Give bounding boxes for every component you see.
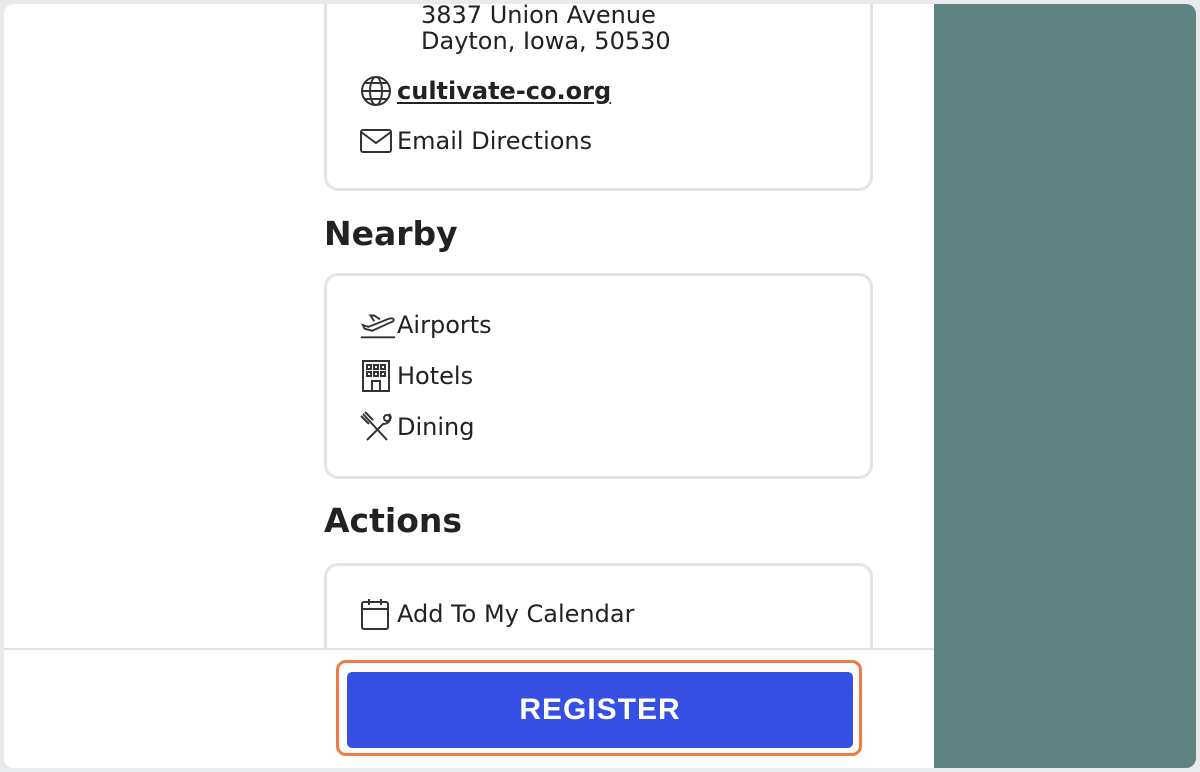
hotel-icon	[359, 360, 397, 392]
website-row[interactable]: cultivate-co.org	[359, 75, 611, 107]
nearby-item-dining[interactable]: Dining	[359, 411, 474, 443]
nearby-item-hotels[interactable]: Hotels	[359, 360, 473, 392]
street-address: 3837 Union Avenue	[421, 4, 656, 29]
add-to-calendar-row[interactable]: Add To My Calendar	[359, 598, 634, 630]
register-button[interactable]: REGISTER	[347, 672, 853, 748]
email-directions-link[interactable]: Email Directions	[397, 127, 592, 155]
nearby-label-airports: Airports	[397, 311, 492, 339]
envelope-icon	[359, 125, 397, 157]
app-frame: 3837 Union Avenue Dayton, Iowa, 50530 cu…	[4, 4, 1196, 768]
airplane-icon	[359, 309, 397, 341]
nearby-card: Airports Hotels Dining	[324, 273, 873, 479]
city-address: Dayton, Iowa, 50530	[421, 27, 671, 55]
side-panel	[934, 4, 1196, 768]
nearby-item-airports[interactable]: Airports	[359, 309, 492, 341]
website-link[interactable]: cultivate-co.org	[397, 77, 611, 105]
calendar-icon	[359, 598, 397, 630]
email-directions-row[interactable]: Email Directions	[359, 125, 592, 157]
address-card: 3837 Union Avenue Dayton, Iowa, 50530 cu…	[324, 4, 873, 191]
actions-heading: Actions	[324, 501, 462, 540]
globe-icon	[359, 75, 397, 107]
nearby-label-hotels: Hotels	[397, 362, 474, 390]
event-details-panel: 3837 Union Avenue Dayton, Iowa, 50530 cu…	[4, 4, 934, 768]
dining-icon	[359, 411, 397, 443]
add-to-calendar-label: Add To My Calendar	[397, 600, 635, 628]
nearby-heading: Nearby	[324, 214, 458, 253]
nearby-label-dining: Dining	[397, 413, 475, 441]
